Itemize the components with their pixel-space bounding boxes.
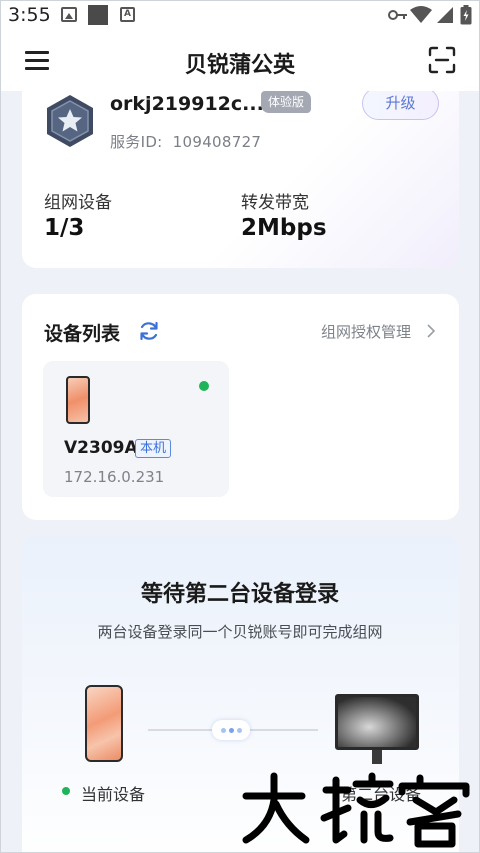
star-badge-icon	[47, 95, 93, 147]
waiting-subtitle: 两台设备登录同一个贝锐账号即可完成组网	[97, 623, 383, 641]
battery-icon	[460, 5, 472, 25]
wifi-icon	[410, 6, 432, 23]
photo-icon	[61, 7, 77, 22]
connecting-dots-icon	[212, 720, 250, 740]
a-icon: A	[120, 7, 135, 22]
key-icon	[388, 10, 407, 20]
monitor-icon	[335, 694, 419, 750]
plan-tag: 体验版	[261, 91, 312, 113]
monitor-stand	[372, 750, 382, 764]
device-list-title: 设备列表	[44, 323, 121, 345]
phone-icon	[66, 376, 90, 424]
auth-management-link[interactable]: 组网授权管理	[321, 321, 411, 342]
refresh-icon[interactable]	[138, 320, 160, 342]
chevron-right-icon	[427, 324, 436, 338]
current-device-label: 当前设备	[81, 785, 146, 804]
stat-label-devices: 组网设备	[44, 193, 112, 213]
waiting-title: 等待第二台设备登录	[140, 582, 339, 607]
device-ip: 172.16.0.231	[64, 468, 165, 486]
service-id: 服务ID: 109408727	[110, 131, 261, 152]
status-time: 3:55	[8, 4, 51, 26]
scan-button-icon[interactable]	[428, 46, 456, 74]
device-name: V2309A	[64, 438, 138, 458]
stat-value-bandwidth: 2Mbps	[241, 215, 327, 241]
stat-value-devices: 1/3	[44, 215, 85, 241]
upgrade-button[interactable]: 升级	[362, 87, 439, 120]
service-id-value: 109408727	[172, 133, 262, 151]
stat-label-bandwidth: 转发带宽	[241, 193, 309, 213]
current-device-dot	[62, 787, 70, 795]
account-name: orkj219912c...	[110, 93, 264, 115]
app-title: 贝锐蒲公英	[184, 53, 295, 78]
online-status-dot	[199, 381, 209, 391]
status-bar: 3:55 A	[0, 0, 480, 33]
signal-icon	[437, 7, 453, 23]
app-bar-overlay: 贝锐蒲公英	[0, 33, 480, 91]
service-id-label: 服务ID:	[110, 133, 163, 151]
current-device-phone-icon	[85, 685, 123, 762]
local-device-tag: 本机	[135, 439, 172, 458]
square-icon	[88, 5, 108, 25]
watermark-logo	[242, 772, 470, 848]
